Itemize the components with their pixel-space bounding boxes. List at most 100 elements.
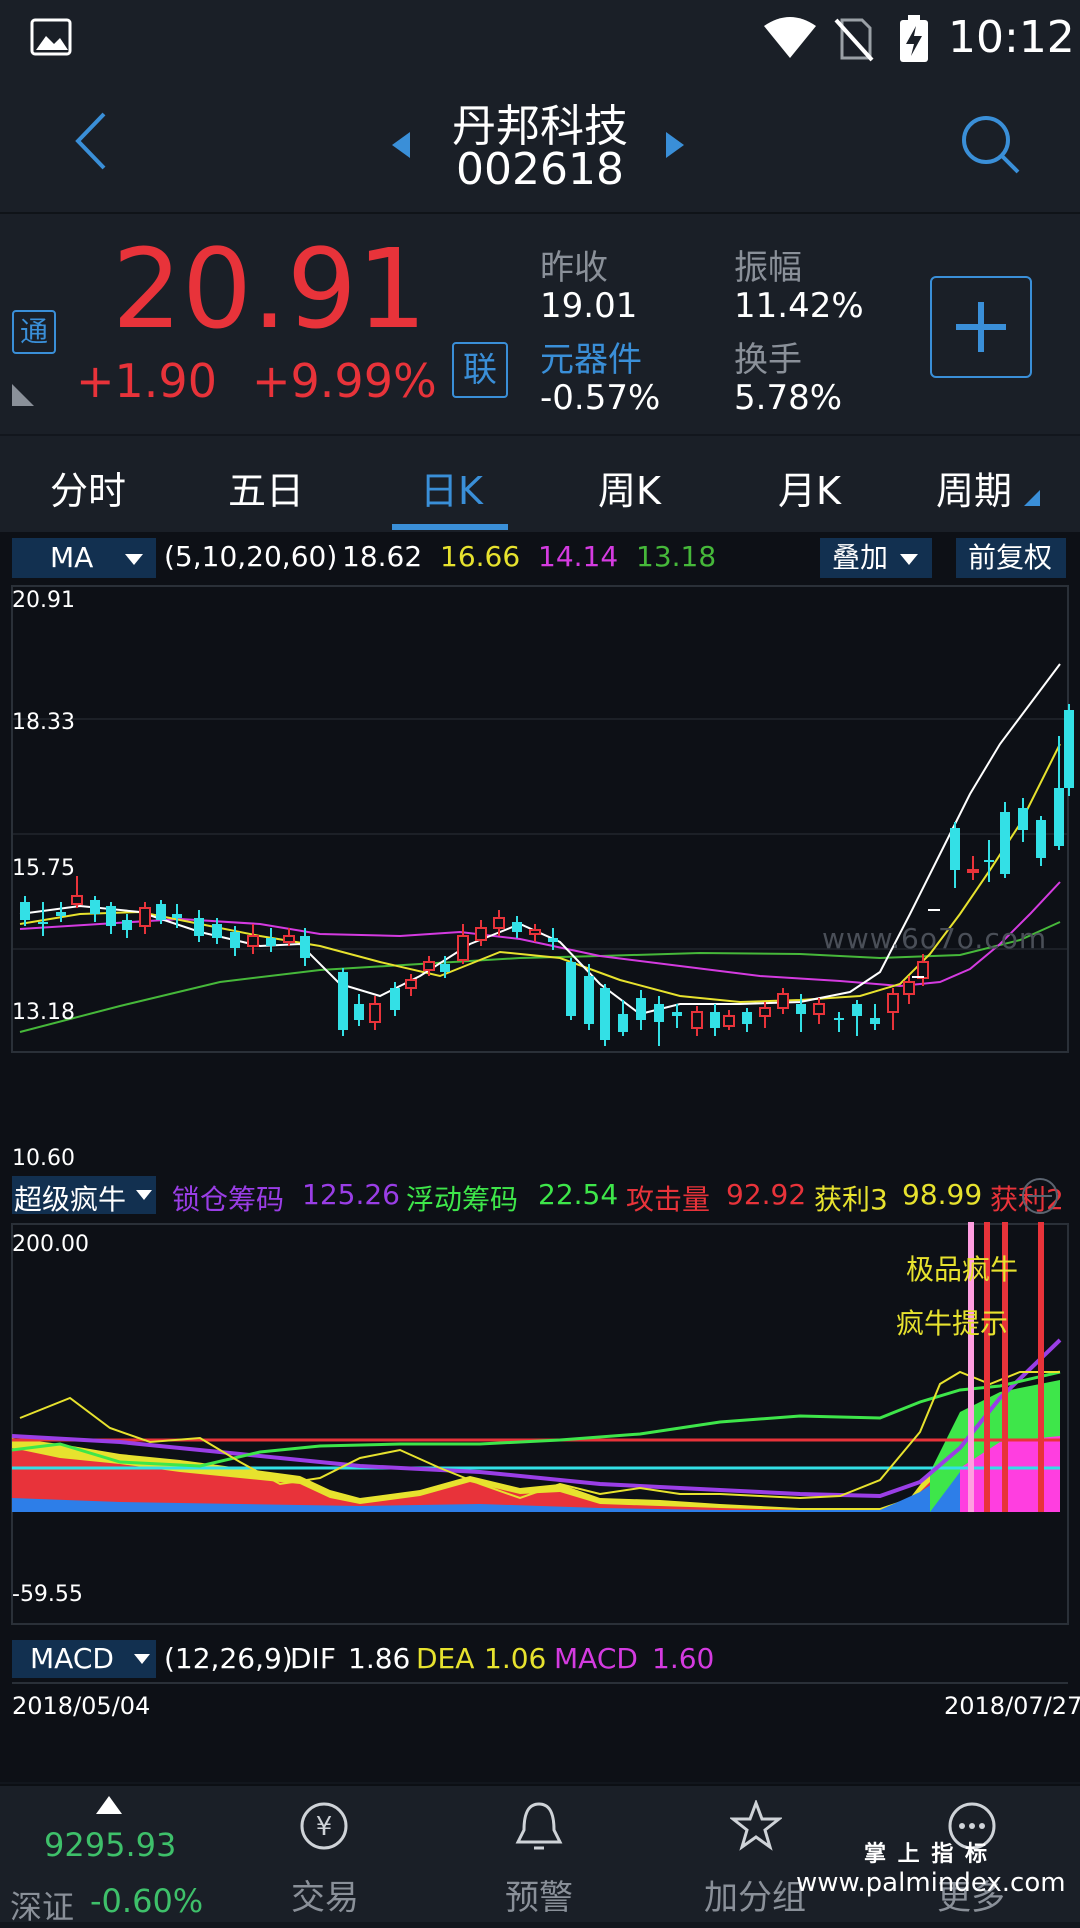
candle-body	[71, 895, 83, 905]
y-axis-tick: 10.60	[12, 1146, 75, 1171]
price-change: +1.90	[76, 354, 217, 408]
candle-body	[90, 900, 100, 914]
index-ticker[interactable]: 9295.93 深证 -0.60%	[10, 1786, 204, 1926]
chevron-down-icon	[125, 553, 144, 565]
candle-body	[512, 922, 522, 932]
candle-body	[777, 993, 789, 1009]
bell-icon	[515, 1802, 563, 1850]
quote-panel: 通 20.91 +1.90 +9.99% 联 昨收 19.01 元器件 -0.5…	[0, 214, 1080, 434]
macd-selector-label: MACD	[30, 1642, 114, 1675]
turnover-value: 5.78%	[734, 378, 843, 418]
candle-body	[38, 922, 48, 924]
candle-body	[1018, 808, 1028, 830]
float-label: 浮动筹码	[406, 1183, 519, 1216]
candle-body	[691, 1011, 703, 1029]
macd-label: MACD	[554, 1642, 638, 1675]
sector-label[interactable]: 元器件	[540, 332, 642, 381]
badge-tong[interactable]: 通	[12, 310, 56, 354]
candle-body	[423, 961, 435, 971]
last-price: 20.91	[112, 225, 427, 353]
candle-body	[529, 929, 541, 935]
nav-trade[interactable]: ¥ 交易	[270, 1800, 380, 1918]
add-watchlist-button[interactable]	[930, 276, 1032, 378]
dif-label: DIF	[290, 1642, 336, 1675]
wifi-icon	[764, 17, 816, 58]
index-change: -0.60%	[90, 1882, 204, 1920]
sector-change: -0.57%	[540, 378, 661, 418]
profit3-value: 98.99	[902, 1178, 983, 1211]
amplitude-value: 11.42%	[734, 286, 864, 326]
kline-chart[interactable]	[0, 584, 1080, 1104]
macd-params: (12,26,9)	[164, 1642, 293, 1675]
overlay-selector[interactable]: 叠加	[820, 538, 932, 578]
period-tabs: 分时 五日 日K 周K 月K 周期	[0, 436, 1080, 534]
candle-body	[584, 976, 594, 1024]
indicator-settings-icon[interactable]	[1020, 1176, 1060, 1216]
candle-body	[194, 918, 204, 936]
chevron-down-icon	[136, 1190, 152, 1200]
badge-lian[interactable]: 联	[452, 342, 508, 398]
candle-body	[247, 935, 259, 947]
prev-close-label: 昨收	[540, 248, 608, 288]
caret-up-icon	[96, 1796, 122, 1814]
candle-body	[122, 920, 132, 930]
candle-body	[354, 1004, 364, 1020]
ma10-value: 16.66	[440, 540, 521, 573]
next-stock-icon[interactable]	[664, 130, 686, 160]
y-axis-tick: 20.91	[12, 588, 75, 613]
battery-charging-icon	[900, 15, 928, 62]
candle-body	[566, 962, 576, 1016]
macd-value: 1.60	[652, 1642, 715, 1675]
tab-timeshare[interactable]: 分时	[50, 460, 126, 515]
ma60-value: 13.18	[636, 540, 717, 573]
candle-body	[813, 1003, 825, 1015]
candle-body	[548, 938, 558, 942]
candle-body	[475, 927, 487, 941]
svg-text:¥: ¥	[316, 1812, 333, 1842]
candle-body	[1000, 812, 1010, 874]
candle-body	[903, 981, 915, 995]
candle-body	[796, 1004, 806, 1014]
macd-selector[interactable]: MACD	[12, 1640, 156, 1678]
plus-icon	[956, 302, 1006, 352]
header: 丹邦科技 002618	[0, 80, 1080, 214]
candle-body	[493, 917, 505, 929]
dea-value: 1.06	[484, 1642, 547, 1675]
back-icon[interactable]	[70, 110, 110, 172]
candle-body	[852, 1004, 862, 1016]
candle-body	[672, 1012, 682, 1016]
candle-body	[967, 869, 979, 873]
indicator-axis-bottom: -59.55	[12, 1582, 83, 1607]
prev-stock-icon[interactable]	[390, 130, 412, 160]
dea-label: DEA	[416, 1642, 475, 1675]
tab-period[interactable]: 周期	[936, 460, 1012, 515]
candle-body	[440, 964, 450, 972]
nav-alert[interactable]: 预警	[484, 1800, 594, 1918]
amplitude-label: 振幅	[734, 248, 802, 288]
ma5-value: 18.62	[342, 540, 423, 573]
candle-body	[230, 932, 240, 948]
tab-five-day[interactable]: 五日	[228, 460, 304, 515]
tab-daily-k[interactable]: 日K	[420, 460, 483, 515]
search-icon[interactable]	[958, 112, 1022, 176]
bottom-nav: 9295.93 深证 -0.60% ¥ 交易 预警 加分组 更多 掌 上 指 标…	[0, 1784, 1080, 1926]
candle-body	[759, 1007, 771, 1017]
candle-body	[266, 938, 276, 946]
adjust-button[interactable]: 前复权	[956, 538, 1066, 578]
candle-body	[1054, 788, 1064, 846]
ma-selector[interactable]: MA	[12, 538, 156, 578]
dif-value: 1.86	[348, 1642, 411, 1675]
index-value: 9295.93	[44, 1826, 177, 1864]
tab-weekly-k[interactable]: 周K	[598, 460, 661, 515]
signal-label-hint: 疯牛提示	[896, 1307, 1009, 1340]
indicator-selector[interactable]: 超级疯牛	[12, 1176, 156, 1216]
nav-alert-label: 预警	[505, 1878, 573, 1918]
candle-body	[984, 860, 994, 862]
nav-group[interactable]: 加分组	[690, 1800, 820, 1918]
date-end: 2018/07/27	[944, 1692, 1080, 1720]
candle-body	[600, 988, 610, 1040]
tab-active-indicator	[392, 524, 508, 530]
candle-body	[172, 914, 182, 918]
candle-body	[405, 979, 417, 989]
tab-monthly-k[interactable]: 月K	[778, 460, 841, 515]
